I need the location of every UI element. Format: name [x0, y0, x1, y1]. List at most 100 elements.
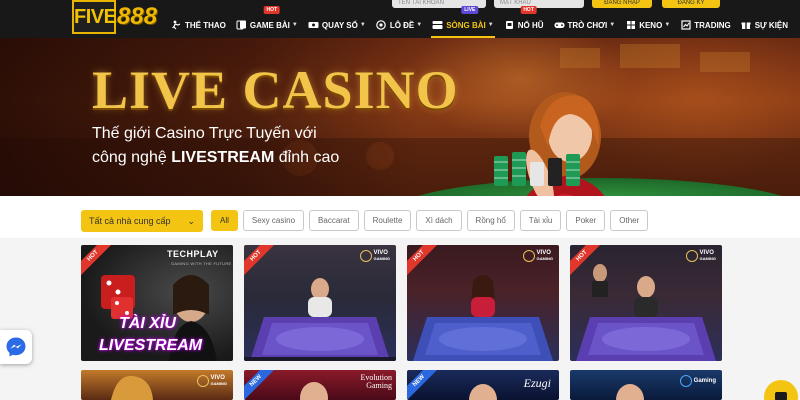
main-nav: THỂ THAO HOT GAME BÀI ▼ QUAY SỐ ▼ LÔ ĐỀ … [166, 6, 793, 38]
slots-icon [504, 20, 515, 30]
password-input[interactable]: MẬT KHẨU [494, 0, 584, 8]
nav-label: KENO [639, 20, 663, 30]
vivo-logo-icon [359, 250, 372, 262]
chevron-down-icon: ⌄ [187, 216, 195, 226]
chevron-down-icon: ▼ [609, 22, 616, 28]
game-card[interactable]: Gaming [570, 370, 722, 400]
lottery-icon [308, 20, 319, 30]
trading-icon [680, 20, 691, 30]
nav-item-quay-so[interactable]: QUAY SỐ ▼ [303, 14, 371, 36]
banner-subtitle-line1: Thế giới Casino Trực Tuyến với [92, 125, 317, 142]
tab-xi-dach[interactable]: Xì dách [416, 210, 462, 231]
provider-logo-vivo: VIVO GAMING [196, 374, 227, 388]
nav-label: SÒNG BÀI [446, 20, 486, 30]
nav-label: QUAY SỐ [321, 20, 358, 30]
game-card[interactable]: VIVO GAMING [81, 370, 233, 400]
nav-label: THỂ THAO [185, 20, 226, 30]
provider-logo-vivo: VIVO GAMING [522, 249, 553, 263]
provider-line1: Gaming [693, 378, 716, 384]
provider-name: VIVO GAMING [700, 250, 716, 262]
chevron-down-icon: ▼ [416, 22, 423, 28]
provider-logo-techplay: TECHPLAY [167, 249, 219, 259]
tab-poker[interactable]: Poker [566, 210, 606, 231]
messenger-icon [6, 337, 26, 357]
game-card[interactable]: HOT VIVO GAMING [244, 245, 396, 361]
game-card[interactable]: NEW Ezugi [407, 370, 559, 400]
provider-logo-evolution: Evolution Gaming [360, 374, 392, 390]
provider-line2: Gaming [366, 381, 392, 390]
tab-roulette[interactable]: Roulette [363, 210, 412, 231]
messenger-button[interactable] [0, 330, 32, 364]
game-title-line2: LIVESTREAM [99, 337, 203, 354]
login-button[interactable]: ĐĂNG NHẬP [592, 0, 652, 8]
chevron-down-icon: ▼ [359, 22, 366, 28]
logo-text: FIVE [72, 0, 117, 34]
nav-item-song-bai[interactable]: LIVE SÒNG BÀI ▼ [427, 6, 499, 38]
nav-item-trading[interactable]: TRADING [675, 14, 735, 36]
casino-chips-image [494, 152, 580, 186]
vivo-logo-icon [685, 250, 698, 262]
casino-icon [432, 20, 443, 30]
provider-logo-icon [679, 375, 692, 387]
subtitle-bold: LIVESTREAM [171, 149, 275, 166]
nav-label: SỰ KIỆN [754, 20, 789, 30]
nav-label: TRÒ CHƠI [567, 20, 608, 30]
tab-all[interactable]: All [211, 210, 238, 231]
game-card[interactable]: NEW Evolution Gaming [244, 370, 396, 400]
logo-number: 888 [117, 3, 158, 30]
game-icon [554, 20, 565, 30]
provider-tagline: GAMING WITH THE FUTURE [171, 261, 232, 266]
tab-rong-ho[interactable]: Rồng hổ [466, 210, 515, 231]
provider-line2: GAMING [373, 256, 390, 261]
page: FIVE 888 TÊN TÀI KHOẢN MẬT KHẨU ĐĂNG NHẬ… [0, 0, 800, 400]
nav-label: TRADING [694, 20, 731, 30]
tab-other[interactable]: Other [610, 210, 649, 231]
keno-icon [625, 20, 636, 30]
provider-dropdown[interactable]: Tất cả nhà cung cấp ⌄ [81, 210, 203, 232]
chevron-down-icon: ▼ [487, 22, 494, 28]
nav-item-keno[interactable]: KENO ▼ [620, 14, 675, 36]
nav-item-no-hu[interactable]: HOT NỔ HŨ [499, 6, 549, 36]
subtitle-prefix: công nghệ [92, 149, 172, 166]
hot-badge: HOT [520, 6, 537, 14]
tab-sexy-casino[interactable]: Sexy casino [242, 210, 305, 231]
hero-banner: LIVE CASINO Thế giới Casino Trực Tuyến v… [0, 38, 800, 196]
provider-name: VIVO GAMING [211, 375, 227, 387]
cards-icon [236, 20, 247, 30]
provider-logo-vivo: VIVO GAMING [685, 249, 716, 263]
nav-item-game-bai[interactable]: HOT GAME BÀI ▼ [231, 6, 303, 36]
lotto-icon [376, 20, 387, 30]
provider-logo-vivo: VIVO GAMING [359, 249, 390, 263]
banner-title: LIVE CASINO [92, 60, 459, 120]
chevron-down-icon: ▼ [664, 22, 671, 28]
chevron-down-icon: ▼ [291, 22, 298, 28]
provider-line2: GAMING [210, 381, 227, 386]
chat-icon [775, 392, 787, 400]
provider-line2: GAMING [536, 256, 553, 261]
nav-item-su-kien[interactable]: SỰ KIỆN [736, 14, 793, 36]
category-tabs: All Sexy casino Baccarat Roulette Xì dác… [211, 210, 649, 231]
register-button[interactable]: ĐĂNG KÝ [662, 0, 720, 8]
nav-label: LÔ ĐỀ [389, 20, 415, 30]
sports-icon [171, 20, 182, 30]
game-card[interactable]: HOT VIVO GAMING [407, 245, 559, 361]
game-card[interactable]: HOT TECHPLAY GAMING WITH THE FUTURE TÀI … [81, 245, 233, 361]
tab-baccarat[interactable]: Baccarat [309, 210, 359, 231]
nav-label: GAME BÀI [249, 20, 290, 30]
provider-logo-gaming: Gaming [679, 374, 716, 388]
event-icon [741, 20, 752, 30]
nav-item-lo-de[interactable]: LÔ ĐỀ ▼ [371, 14, 427, 36]
provider-name: VIVO GAMING [374, 250, 390, 262]
game-card[interactable]: HOT VIVO GAMING [570, 245, 722, 361]
provider-dropdown-label: Tất cả nhà cung cấp [89, 216, 171, 226]
hot-badge: HOT [263, 6, 281, 14]
tab-tai-xiu[interactable]: Tài xỉu [519, 210, 562, 231]
nav-label: NỔ HŨ [517, 20, 544, 30]
nav-item-sports[interactable]: THỂ THAO [166, 14, 231, 36]
logo[interactable]: FIVE 888 [72, 0, 158, 36]
nav-item-tro-choi[interactable]: TRÒ CHƠI ▼ [549, 14, 621, 36]
vivo-logo-icon [522, 250, 535, 262]
top-bar: FIVE 888 TÊN TÀI KHOẢN MẬT KHẨU ĐĂNG NHẬ… [0, 0, 800, 38]
vivo-logo-icon [196, 375, 209, 387]
provider-line2: GAMING [699, 256, 716, 261]
